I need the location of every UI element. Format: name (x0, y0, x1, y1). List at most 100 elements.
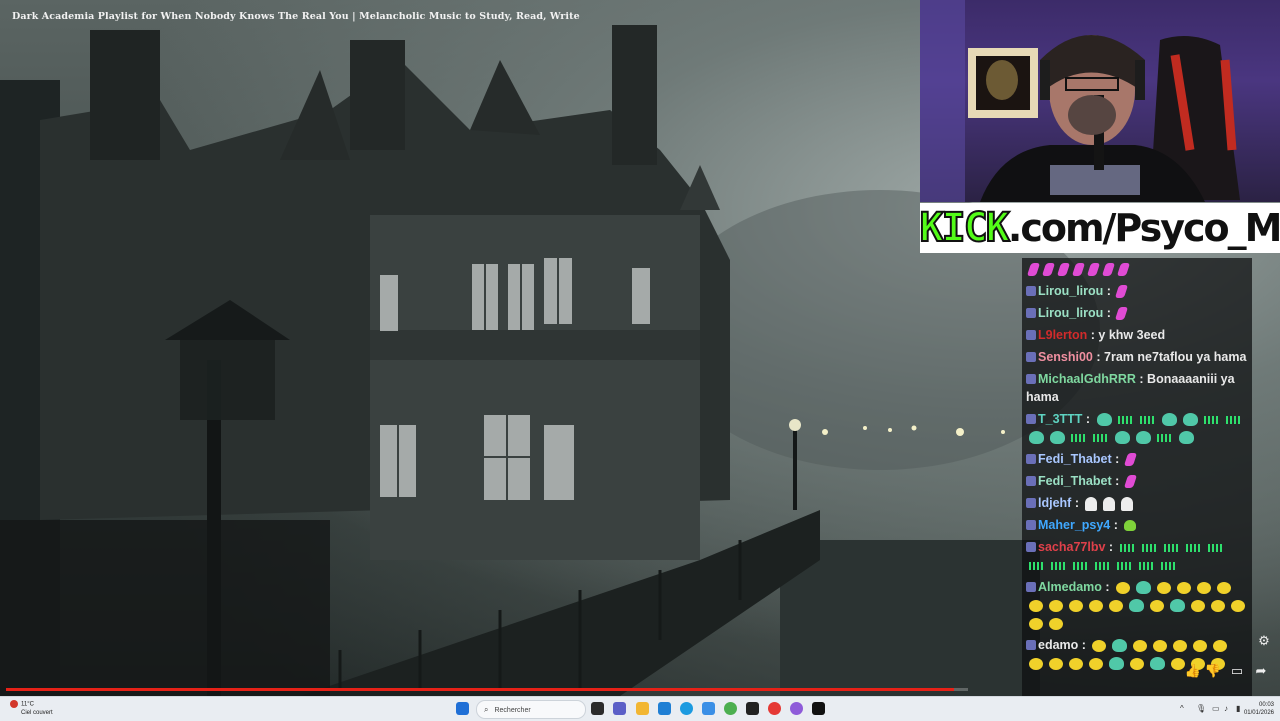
chat-message: T_3TTT : (1022, 408, 1252, 448)
chat-badge-icon (1026, 308, 1036, 318)
yellow-emote-icon (1150, 599, 1164, 612)
yellow-emote-icon (1049, 657, 1063, 670)
app-icon[interactable] (702, 702, 715, 715)
yellow-emote-icon (1193, 639, 1208, 652)
wave-emote-icon (1185, 543, 1202, 552)
chat-username: ldjehf (1038, 496, 1072, 510)
microphone-icon[interactable]: 🎙 (1196, 704, 1206, 713)
dislike-icon[interactable]: 👎 (1204, 662, 1222, 680)
edge-icon[interactable] (680, 702, 693, 715)
pepe-emote-icon (1170, 599, 1185, 613)
chat-username: Lirou_lirou (1038, 306, 1104, 320)
system-clock[interactable]: 00:03 01/01/2026 (1244, 701, 1274, 717)
pepe-emote-icon (1129, 599, 1144, 613)
task-view-icon[interactable] (591, 702, 604, 715)
start-icon[interactable] (456, 702, 469, 715)
wave-emote-icon (1117, 561, 1133, 570)
chat-separator: : (1101, 580, 1114, 594)
heart-emote-icon (1116, 263, 1131, 277)
yellow-emote-icon (1171, 657, 1185, 670)
chat-username: Senshi00 (1038, 350, 1093, 364)
search-placeholder: Rechercher (494, 707, 531, 714)
settings-icon[interactable]: ⚙ (1255, 632, 1273, 650)
chat-badge-icon (1026, 520, 1036, 530)
yellow-emote-icon (1197, 581, 1212, 594)
chat-separator: : (1105, 540, 1117, 554)
chat-username: edamo (1038, 638, 1079, 652)
video-progress-bar[interactable] (6, 688, 968, 691)
chat-message: Fedi_Thabet : (1022, 448, 1252, 470)
search-box[interactable]: ⌕ Rechercher (476, 700, 586, 719)
teams-icon[interactable] (613, 702, 626, 715)
chat-separator: : (1087, 328, 1099, 342)
heart-emote-icon (1041, 263, 1056, 277)
chat-badge-icon (1026, 542, 1036, 552)
wave-emote-icon (1119, 543, 1136, 552)
chat-badge-icon (1026, 374, 1036, 384)
yellow-emote-icon (1109, 599, 1123, 612)
wave-emote-icon (1203, 415, 1220, 424)
video-player[interactable]: Dark Academia Playlist for When Nobody K… (0, 0, 1280, 696)
yellow-emote-icon (1153, 639, 1168, 652)
chat-badge-icon (1026, 330, 1036, 340)
chat-separator: : (1110, 518, 1122, 532)
kick-logo: KICK (919, 204, 1011, 252)
chat-separator: : (1082, 412, 1094, 426)
video-title: Dark Academia Playlist for When Nobody K… (12, 11, 580, 22)
wave-emote-icon (1117, 415, 1134, 424)
kick-banner: KICK .com/Psyco_M (919, 203, 1280, 253)
chrome-icon[interactable] (724, 702, 737, 715)
volume-icon[interactable]: ♪ (1224, 704, 1228, 713)
store-icon[interactable] (658, 702, 671, 715)
obs-icon[interactable] (746, 702, 759, 715)
heart-emote-icon (1071, 263, 1086, 277)
yellow-emote-icon (1231, 599, 1245, 612)
chat-separator: : (1111, 474, 1123, 488)
chat-message: Fedi_Thabet : (1022, 470, 1252, 492)
chat-username: sacha77lbv (1038, 540, 1106, 554)
chat-username: Almedamo (1038, 580, 1102, 594)
pepe-emote-icon (1150, 657, 1165, 671)
terminal-icon[interactable] (812, 702, 825, 715)
wave-emote-icon (1139, 561, 1155, 570)
media-icon[interactable] (768, 702, 781, 715)
chat-username: T_3TTT (1038, 412, 1083, 426)
comment-icon[interactable]: ▭ (1228, 662, 1246, 680)
chat-username: Lirou_lirou (1038, 284, 1104, 298)
pepe-emote-icon (1050, 431, 1065, 445)
battery-icon[interactable]: ▮ (1236, 704, 1240, 713)
file-explorer-icon[interactable] (636, 702, 649, 715)
ghost-emote-icon (1085, 496, 1098, 511)
tray-chevron-icon[interactable]: ^ (1180, 704, 1184, 713)
chat-badge-icon (1026, 582, 1036, 592)
chat-username: L9lerton (1038, 328, 1088, 342)
wave-emote-icon (1139, 415, 1156, 424)
messenger-icon[interactable] (790, 702, 803, 715)
search-icon: ⌕ (484, 705, 489, 714)
clock-date: 01/01/2026 (1243, 710, 1274, 716)
clock-time: 00:03 (1258, 702, 1274, 708)
wave-emote-icon (1225, 415, 1242, 424)
yellow-emote-icon (1157, 581, 1172, 594)
ghost-emote-icon (1121, 496, 1134, 511)
pepe-emote-icon (1161, 413, 1177, 427)
weather-widget[interactable]: 11°C Ciel couvert (10, 700, 53, 717)
heart-emote-icon (1086, 263, 1101, 277)
yellow-emote-icon (1089, 657, 1103, 670)
yellow-emote-icon (1217, 581, 1232, 594)
chat-message: Senshi00 : 7ram ne7taflou ya hama (1022, 346, 1252, 368)
windows-taskbar: 11°C Ciel couvert ⌕ Rechercher ^ 🎙 ▭ ♪ ▮ … (0, 696, 1280, 721)
yellow-emote-icon (1116, 581, 1131, 594)
wave-emote-icon (1161, 561, 1177, 570)
wave-emote-icon (1163, 543, 1180, 552)
network-icon[interactable]: ▭ (1212, 704, 1220, 713)
yellow-emote-icon (1133, 639, 1148, 652)
like-icon[interactable]: 👍 (1184, 662, 1202, 680)
ghost-emote-icon (1103, 496, 1116, 511)
greenheart-emote-icon (1124, 520, 1137, 532)
pepe-emote-icon (1096, 413, 1112, 427)
chat-message: MichaalGdhRRR : Bonaaaaniii ya hama (1022, 368, 1252, 408)
share-icon[interactable]: ➦ (1252, 662, 1270, 680)
yellow-emote-icon (1069, 657, 1083, 670)
wave-emote-icon (1073, 561, 1089, 570)
